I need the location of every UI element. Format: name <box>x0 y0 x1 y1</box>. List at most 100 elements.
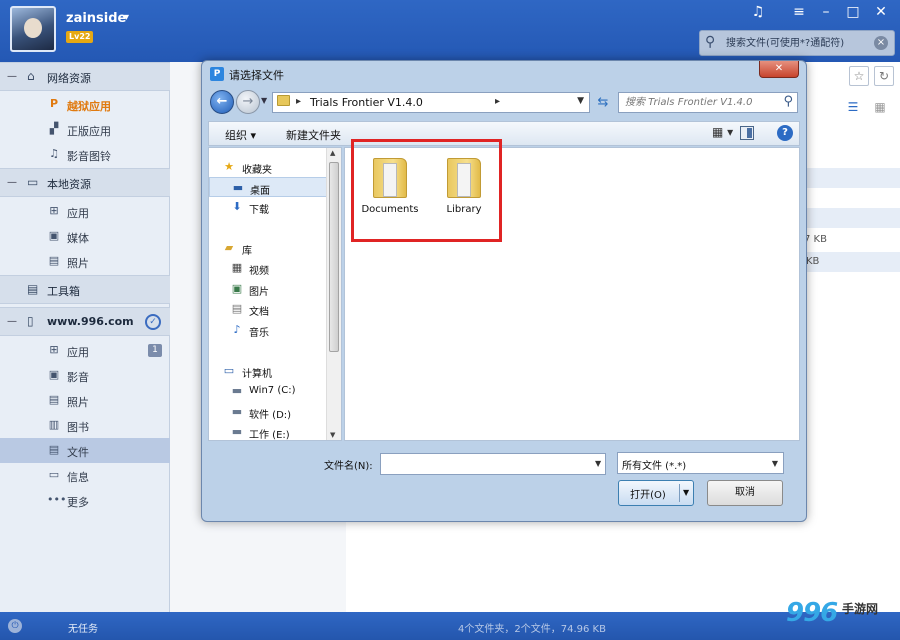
section-toolbox[interactable]: ▤ 工具箱 <box>0 275 170 304</box>
tree-item-computer[interactable]: ▭ 计算机 <box>209 361 327 381</box>
history-dropdown-icon[interactable]: ▼ <box>261 96 267 105</box>
sidebar-item-device-photos[interactable]: ▤ 照片 <box>0 388 170 413</box>
cancel-button[interactable]: 取消 <box>707 480 783 506</box>
chevron-right-icon[interactable]: ▸ <box>495 96 500 107</box>
organize-button[interactable]: 组织 ▾ <box>225 127 256 143</box>
refresh-button[interactable]: ⇆ <box>593 92 613 113</box>
drive-icon: ▬ <box>231 384 243 397</box>
sidebar-item-label: 影音图铃 <box>67 150 111 163</box>
section-network[interactable]: — ⌂ 网络资源 <box>0 62 170 91</box>
clear-search-icon[interactable]: × <box>874 36 888 50</box>
open-button[interactable]: 打开(O) ▼ <box>618 480 694 506</box>
close-button[interactable]: ✕ <box>759 61 799 78</box>
toolbox-icon: ▤ <box>27 282 39 296</box>
section-label: 网络资源 <box>47 72 91 85</box>
chevron-right-icon[interactable]: ▸ <box>296 96 301 107</box>
chevron-down-icon[interactable]: ▼ <box>772 459 778 468</box>
task-icon[interactable]: ⏻ <box>8 619 22 633</box>
section-label: 工具箱 <box>47 285 80 298</box>
open-file-dialog: P 请选择文件 ✕ ← → ▼ ▸ Trials Frontier V1.4.0… <box>201 60 807 522</box>
tree-item-favorites[interactable]: ★ 收藏夹 <box>209 157 327 177</box>
back-button[interactable]: ← <box>210 90 234 114</box>
sidebar-item-media-ringtones[interactable]: ♫ 影音图铃 <box>0 142 170 167</box>
chevron-down-icon[interactable]: ▼ <box>577 96 584 106</box>
list-view-icon[interactable]: ☰ <box>843 98 863 118</box>
media-icon: ▣ <box>48 229 60 242</box>
scrollbar-thumb[interactable] <box>329 162 339 352</box>
forward-button[interactable]: → <box>236 90 260 114</box>
search-box[interactable]: ⚲ × <box>699 30 895 56</box>
tree-item-music[interactable]: ♪ 音乐 <box>209 320 327 340</box>
sidebar-item-device-messages[interactable]: ▭ 信息 <box>0 463 170 488</box>
section-device[interactable]: — ▯ www.996.com ✓ <box>0 307 170 336</box>
filename-input[interactable] <box>380 453 606 475</box>
sidebar-item-local-media[interactable]: ▣ 媒体 <box>0 224 170 249</box>
message-icon: ▭ <box>48 468 60 481</box>
help-icon[interactable]: ? <box>777 125 793 141</box>
p-logo-icon: P <box>49 97 59 110</box>
tree-item-drive-c[interactable]: ▬ Win7 (C:) <box>209 381 327 401</box>
star-icon[interactable]: ☆ <box>849 66 869 86</box>
file-icon: ▤ <box>48 443 60 456</box>
minimize-icon[interactable]: – <box>817 4 835 20</box>
watermark-number: 996 <box>786 598 838 628</box>
preview-pane-icon[interactable] <box>740 126 754 140</box>
sidebar-item-label: 应用 <box>67 346 89 359</box>
tree-item-drive-d[interactable]: ▬ 软件 (D:) <box>209 402 327 422</box>
menu-icon[interactable]: ≡ <box>790 4 808 20</box>
music-note-icon[interactable]: ♫ <box>749 4 767 20</box>
sidebar-item-device-apps[interactable]: ⊞ 应用 1 <box>0 338 170 363</box>
sidebar-item-jailbreak-apps[interactable]: P 越狱应用 <box>0 92 170 117</box>
apps-icon: ▞ <box>49 122 59 135</box>
view-options-icon[interactable]: ▦ ▾ <box>712 125 736 142</box>
collapse-icon[interactable]: — <box>7 316 17 327</box>
search-icon[interactable]: ⚲ <box>783 94 793 109</box>
maximize-icon[interactable]: □ <box>844 4 862 20</box>
app-logo-icon: P <box>210 67 224 81</box>
video-icon: ▦ <box>231 261 243 274</box>
sidebar-item-device-more[interactable]: ••• 更多 <box>0 488 170 513</box>
collapse-icon[interactable]: — <box>7 177 17 188</box>
sidebar-item-official-apps[interactable]: ▞ 正版应用 <box>0 117 170 142</box>
section-local[interactable]: — ▭ 本地资源 <box>0 168 170 197</box>
sidebar-item-label: 影音 <box>67 371 89 384</box>
grid-view-icon[interactable]: ▦ <box>870 98 890 118</box>
new-folder-button[interactable]: 新建文件夹 <box>286 127 341 143</box>
sidebar-item-device-media[interactable]: ▣ 影音 <box>0 363 170 388</box>
sidebar-item-local-photos[interactable]: ▤ 照片 <box>0 249 170 274</box>
scroll-up-icon[interactable]: ▲ <box>330 149 335 157</box>
tree-item-downloads[interactable]: ⬇ 下载 <box>209 197 327 217</box>
breadcrumb[interactable]: Trials Frontier V1.4.0 <box>310 96 423 109</box>
chevron-down-icon[interactable]: ▼ <box>683 488 689 497</box>
chevron-down-icon[interactable]: ▾ <box>124 12 129 23</box>
collapse-icon[interactable]: — <box>7 71 17 82</box>
tree-item-libraries[interactable]: ▰ 库 <box>209 238 327 258</box>
file-size: KB <box>806 256 820 267</box>
drive-icon: ▬ <box>231 425 243 438</box>
count-badge: 1 <box>148 344 162 357</box>
tree-item-pictures[interactable]: ▣ 图片 <box>209 279 327 299</box>
navigation-scrollbar[interactable]: ▲ ▼ <box>326 148 341 440</box>
search-input[interactable] <box>726 34 871 52</box>
address-bar[interactable]: ▸ Trials Frontier V1.4.0 ▸ ▼ <box>272 92 590 113</box>
tree-item-desktop[interactable]: ▬ 桌面 <box>209 177 327 197</box>
chevron-down-icon[interactable]: ▼ <box>595 459 601 468</box>
refresh-icon[interactable]: ↻ <box>874 66 894 86</box>
more-icon: ••• <box>47 493 67 506</box>
filetype-select[interactable]: 所有文件 (*.*) ▼ <box>617 452 784 474</box>
photo-icon: ▤ <box>48 254 60 267</box>
tree-item-videos[interactable]: ▦ 视频 <box>209 258 327 278</box>
tree-item-documents[interactable]: ▤ 文档 <box>209 299 327 319</box>
close-icon[interactable]: ✕ <box>872 4 890 20</box>
username[interactable]: zainside <box>66 11 126 26</box>
tree-item-drive-e[interactable]: ▬ 工作 (E:) <box>209 422 327 442</box>
dialog-search-input[interactable] <box>625 95 770 110</box>
sidebar-item-label: 媒体 <box>67 232 89 245</box>
scroll-down-icon[interactable]: ▼ <box>330 431 335 439</box>
sidebar-item-local-apps[interactable]: ⊞ 应用 <box>0 199 170 224</box>
check-icon[interactable]: ✓ <box>145 314 161 330</box>
dialog-search-box[interactable]: ⚲ <box>618 92 798 113</box>
avatar[interactable] <box>10 6 56 52</box>
sidebar-item-device-files[interactable]: ▤ 文件 <box>0 438 170 463</box>
sidebar-item-device-books[interactable]: ▥ 图书 <box>0 413 170 438</box>
